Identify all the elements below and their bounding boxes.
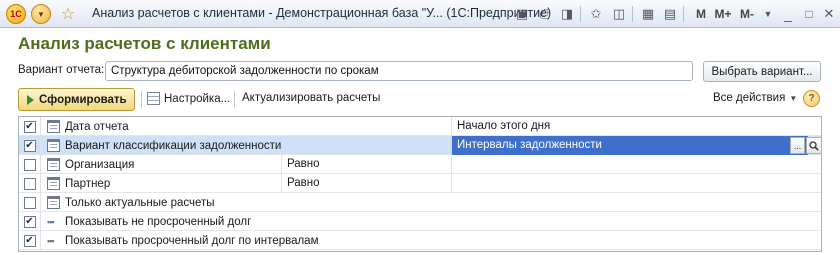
row-checkbox[interactable]: ✔ [23, 234, 36, 247]
settings-icon [147, 92, 160, 105]
choice-button[interactable]: ... [790, 137, 805, 154]
page-title: Анализ расчетов с клиентами [18, 34, 271, 53]
choose-variant-button[interactable]: Выбрать вариант... [703, 61, 821, 82]
row-name: Организация [65, 158, 135, 171]
window-title-bar: 1С ▼ ☆ Анализ расчетов с клиентами - Дем… [0, 0, 840, 28]
row-value[interactable] [452, 174, 821, 193]
row-condition[interactable]: Равно [282, 174, 432, 193]
table-row[interactable]: Организация Равно [19, 155, 821, 174]
toolbar-menu-chevron-icon[interactable]: ▼ [758, 4, 778, 24]
table-row[interactable]: ✔ Дата отчета Начало этого дня [19, 117, 821, 136]
play-icon [27, 94, 34, 105]
row-name: Показывать просроченный долг по интервал… [65, 234, 319, 247]
row-condition[interactable]: Равно [282, 155, 432, 174]
refresh-calculations-button[interactable]: Актуализировать расчеты [242, 92, 380, 104]
row-checkbox[interactable]: ✔ [23, 120, 36, 133]
row-name: Вариант классификации задолженности [65, 139, 282, 152]
table-row[interactable]: ✔ ▪▪▪ Показывать не просроченный долг [19, 212, 821, 231]
calendar-icon[interactable]: ▤ [660, 4, 680, 24]
calculator-icon[interactable]: ▦ [638, 4, 658, 24]
table-row[interactable]: ✔ Вариант классификации задолженности Ин… [19, 136, 822, 155]
save-icon[interactable]: ▣ [512, 4, 532, 24]
calendar-icon [47, 158, 60, 171]
chevron-down-icon: ▼ [789, 93, 798, 103]
app-logo-icon[interactable]: 1С [6, 4, 26, 24]
search-icon[interactable] [806, 137, 822, 154]
settings-grid: ✔ Дата отчета Начало этого дня ✔ Вариант… [18, 116, 822, 252]
minimize-icon[interactable]: _ [778, 4, 798, 24]
row-value[interactable]: Начало этого дня [452, 117, 821, 136]
row-value[interactable] [452, 155, 821, 174]
preview-icon[interactable]: ◨ [557, 4, 577, 24]
table-row[interactable]: ✔ ▪▪▪ Показывать просроченный долг по ин… [19, 231, 821, 250]
table-row[interactable]: Только актуальные расчеты [19, 193, 821, 212]
variant-field[interactable] [105, 61, 693, 81]
row-name: Только актуальные расчеты [65, 196, 215, 209]
row-checkbox[interactable] [23, 196, 36, 209]
settings-button[interactable]: Настройка... [147, 92, 230, 105]
row-checkbox[interactable] [23, 158, 36, 171]
all-actions-label: Все действия [713, 92, 786, 104]
main-menu-chevron-icon[interactable]: ▼ [31, 4, 51, 24]
row-checkbox[interactable]: ✔ [23, 139, 36, 152]
help-icon[interactable]: ? [803, 90, 820, 107]
close-icon[interactable]: ✕ [819, 4, 839, 24]
row-name: Партнер [65, 177, 111, 190]
row-checkbox[interactable]: ✔ [23, 215, 36, 228]
generate-button[interactable]: Сформировать [18, 88, 135, 111]
calendar-icon [47, 139, 60, 152]
table-row[interactable]: Партнер Равно [19, 174, 821, 193]
calendar-icon [47, 177, 60, 190]
row-name: Дата отчета [65, 120, 129, 133]
calendar-icon [47, 196, 60, 209]
maximize-icon[interactable]: □ [799, 4, 819, 24]
row-name: Показывать не просроченный долг [65, 215, 252, 228]
row-checkbox[interactable] [23, 177, 36, 190]
favorite-star-icon[interactable]: ☆ [58, 4, 78, 24]
settings-button-label: Настройка... [164, 92, 231, 105]
window-title: Анализ расчетов с клиентами - Демонстрац… [92, 6, 552, 20]
row-value-selected[interactable]: Интервалы задолженности [452, 136, 808, 155]
print-icon[interactable]: ⎙ [535, 4, 555, 24]
variant-label: Вариант отчета: [18, 64, 105, 76]
dots-icon: ▪▪▪ [47, 235, 55, 246]
memory-minus-button[interactable]: M- [734, 4, 760, 24]
calendar-icon [47, 120, 60, 133]
generate-button-label: Сформировать [39, 93, 127, 106]
history-icon[interactable]: ◫ [609, 4, 629, 24]
all-actions-menu[interactable]: Все действия ▼ [713, 92, 797, 104]
dots-icon: ▪▪▪ [47, 216, 55, 227]
memory-plus-button[interactable]: M+ [710, 4, 736, 24]
add-favorite-icon[interactable]: ✩ [586, 4, 606, 24]
